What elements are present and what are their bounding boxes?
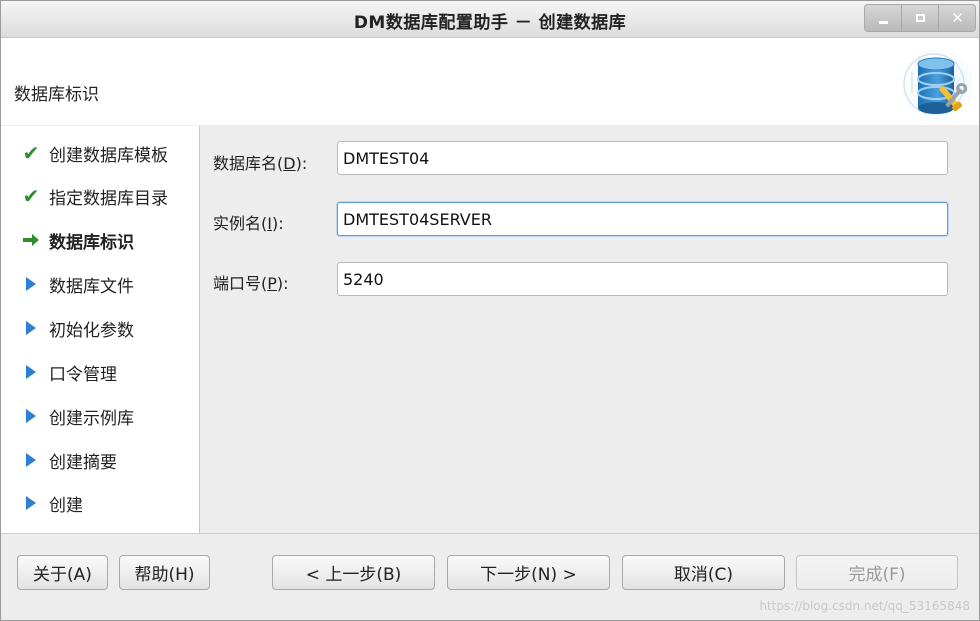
label-text: 数据库名( [213,154,284,173]
triangle-right-icon [20,362,42,382]
step-label: 创建示例库 [49,408,134,429]
instance-name-input[interactable] [337,202,948,236]
db-name-label: 数据库名(D): [213,150,307,174]
triangle-right-icon [20,318,42,338]
triangle-right-icon [20,406,42,426]
triangle-right-icon [20,493,42,513]
step-label: 创建摘要 [49,452,117,473]
footer-divider [0,533,980,534]
next-button[interactable]: 下一步(N) > [447,555,610,590]
maximize-icon[interactable] [902,5,939,31]
cancel-button[interactable]: 取消(C) [622,555,785,590]
mnemonic-key: D [283,154,296,173]
finish-button[interactable]: 完成(F) [796,555,958,590]
port-label: 端口号(P): [213,270,289,294]
step-label: 口令管理 [49,364,117,385]
port-input[interactable] [337,262,948,296]
arrow-right-icon [20,230,42,250]
watermark-text: https://blog.csdn.net/qq_53165848 [759,599,970,613]
label-text: ): [295,154,308,173]
instance-name-label: 实例名(I): [213,210,284,234]
about-button[interactable]: 关于(A) [17,555,108,590]
step-database-identity: 数据库标识 [20,227,134,253]
wizard-steps-sidebar: ✔ 创建数据库模板 ✔ 指定数据库目录 数据库标识 数据库文件 初始化参数 口令… [0,126,200,533]
triangle-right-icon [20,274,42,294]
step-create-summary: 创建摘要 [20,447,117,473]
step-label: 数据库标识 [49,232,134,253]
step-label: 数据库文件 [49,276,134,297]
mnemonic-key: P [267,274,277,293]
label-text: ): [271,214,284,233]
step-create-template: ✔ 创建数据库模板 [20,140,168,166]
step-database-files: 数据库文件 [20,271,134,297]
page-title: 数据库标识 [14,85,99,105]
step-password-management: 口令管理 [20,359,117,385]
database-icon [894,46,972,122]
window-title: DM数据库配置助手 － 创建数据库 [353,13,627,33]
help-button[interactable]: 帮助(H) [119,555,210,590]
label-text: 端口号( [213,274,268,293]
check-icon: ✔ [22,141,40,165]
step-create-sample-db: 创建示例库 [20,403,134,429]
window-controls: ✕ [864,4,976,32]
check-icon: ✔ [22,184,40,208]
label-text: ): [276,274,289,293]
db-name-input[interactable] [337,141,948,175]
database-identity-form: 数据库名(D): 实例名(I): 端口号(P): [200,126,980,533]
step-create: 创建 [20,490,83,516]
step-label: 初始化参数 [49,320,134,341]
step-label: 创建数据库模板 [49,145,168,166]
triangle-right-icon [20,450,42,470]
dialog-window: DM数据库配置助手 － 创建数据库 ✕ 数据库标识 ✔ 创建数据库模板 ✔ 指定… [0,0,980,621]
step-label: 指定数据库目录 [49,188,168,209]
minimize-icon[interactable] [865,5,902,31]
step-specify-directory: ✔ 指定数据库目录 [20,183,168,209]
step-label: 创建 [49,495,83,516]
close-icon[interactable]: ✕ [939,5,976,31]
header-band: 数据库标识 [0,38,980,125]
step-init-params: 初始化参数 [20,315,134,341]
prev-button[interactable]: < 上一步(B) [272,555,435,590]
title-bar[interactable]: DM数据库配置助手 － 创建数据库 ✕ [0,0,980,38]
label-text: 实例名( [213,214,268,233]
